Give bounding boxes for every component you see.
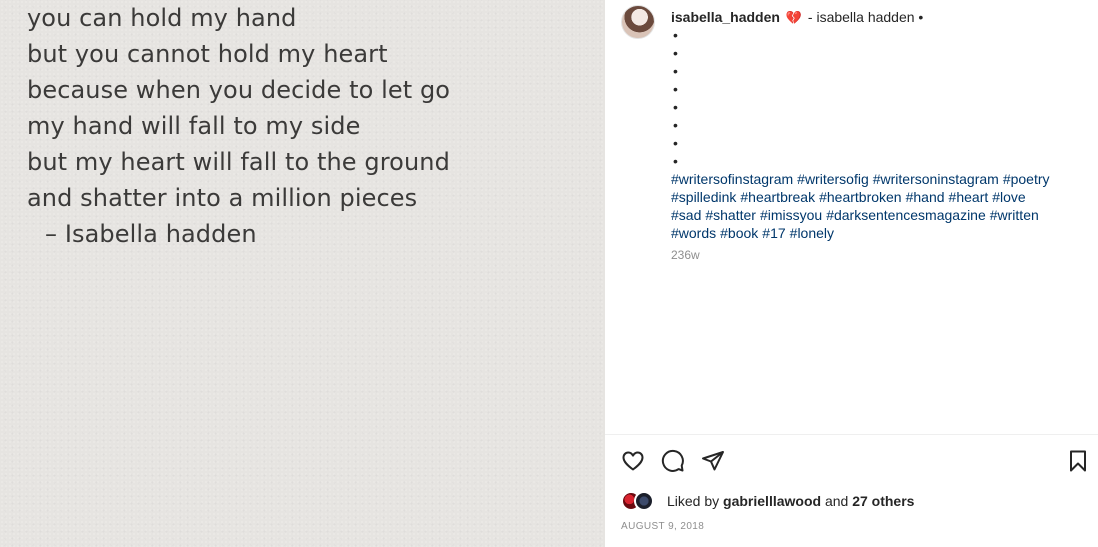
- likes-and-text: and: [824, 493, 849, 509]
- hashtag-list: #writersofinstagram #writersofig #writerso…: [671, 170, 1081, 242]
- liker-username-link[interactable]: gabrielllawood: [723, 493, 821, 509]
- avatar[interactable]: [621, 5, 655, 39]
- likes-others-link[interactable]: 27 others: [852, 493, 914, 509]
- poem-line: you can hold my hand: [27, 4, 297, 32]
- hashtag-link[interactable]: #book: [720, 225, 758, 241]
- hashtag-link[interactable]: #writersofig: [797, 171, 869, 187]
- hashtag-link[interactable]: #lonely: [790, 225, 834, 241]
- save-button[interactable]: [1064, 447, 1092, 475]
- poem-line: because when you decide to let go: [27, 76, 451, 104]
- hashtag-link[interactable]: #writersoninstagram: [873, 171, 999, 187]
- bookmark-icon: [1070, 450, 1086, 472]
- hashtag-link[interactable]: #17: [762, 225, 785, 241]
- hashtag-link[interactable]: #hand: [906, 189, 945, 205]
- caption-header: isabella_hadden 💔 - isabella hadden •: [671, 8, 1081, 26]
- comment-button[interactable]: [659, 447, 687, 475]
- like-button[interactable]: [619, 447, 647, 475]
- hashtag-link[interactable]: #writersofinstagram: [671, 171, 793, 187]
- poem-line: but you cannot hold my heart: [27, 40, 388, 68]
- post-image: you can hold my hand but you cannot hold…: [0, 0, 605, 547]
- post-caption: isabella_hadden 💔 - isabella hadden • • …: [671, 8, 1081, 264]
- bullet: •: [673, 63, 678, 79]
- comment-icon: [661, 449, 684, 472]
- caption-bullets: • • • • • • • •: [671, 26, 1081, 170]
- hashtag-link[interactable]: #poetry: [1003, 171, 1050, 187]
- bullet: •: [673, 45, 678, 61]
- hashtag-link[interactable]: #heart: [949, 189, 989, 205]
- heart-icon: [622, 451, 644, 471]
- hashtag-link[interactable]: #love: [992, 189, 1025, 205]
- bullet: •: [673, 27, 678, 43]
- hashtag-link[interactable]: #sad: [671, 207, 701, 223]
- liked-by-text: Liked by: [667, 493, 720, 509]
- poem-line: but my heart will fall to the ground: [27, 148, 450, 176]
- liker-avatars[interactable]: [621, 490, 661, 512]
- hashtag-link[interactable]: #heartbroken: [819, 189, 902, 205]
- hashtag-link[interactable]: #words: [671, 225, 716, 241]
- share-button[interactable]: [699, 447, 727, 475]
- username-link[interactable]: isabella_hadden: [671, 9, 780, 25]
- hashtag-link[interactable]: #shatter: [705, 207, 756, 223]
- caption-text: - isabella hadden •: [807, 9, 924, 25]
- post-sidebar: isabella_hadden 💔 - isabella hadden • • …: [605, 0, 1098, 547]
- hashtag-link[interactable]: #heartbreak: [740, 189, 815, 205]
- poem-line: my hand will fall to my side: [27, 112, 361, 140]
- hashtag-link[interactable]: #written: [990, 207, 1039, 223]
- hashtag-link[interactable]: #imissyou: [760, 207, 822, 223]
- hashtag-link[interactable]: #darksentencesmagazine: [826, 207, 986, 223]
- bullet: •: [673, 135, 678, 151]
- post-date[interactable]: AUGUST 9, 2018: [621, 521, 704, 532]
- divider: [605, 434, 1098, 435]
- poem-line: and shatter into a million pieces: [27, 184, 418, 212]
- broken-heart-emoji: 💔: [785, 10, 803, 25]
- bullet: •: [673, 153, 678, 169]
- bullet: •: [673, 99, 678, 115]
- likes-summary: Liked by gabrielllawood and 27 others: [621, 490, 914, 512]
- avatar[interactable]: [634, 491, 654, 511]
- poem-signature: – Isabella hadden: [45, 220, 257, 248]
- bullet: •: [673, 117, 678, 133]
- hashtag-link[interactable]: #spilledink: [671, 189, 736, 205]
- action-bar: [619, 447, 727, 475]
- poem-text: you can hold my hand but you cannot hold…: [27, 0, 450, 252]
- post-timestamp[interactable]: 236w: [671, 246, 1081, 264]
- paper-plane-icon: [702, 451, 724, 471]
- bullet: •: [673, 81, 678, 97]
